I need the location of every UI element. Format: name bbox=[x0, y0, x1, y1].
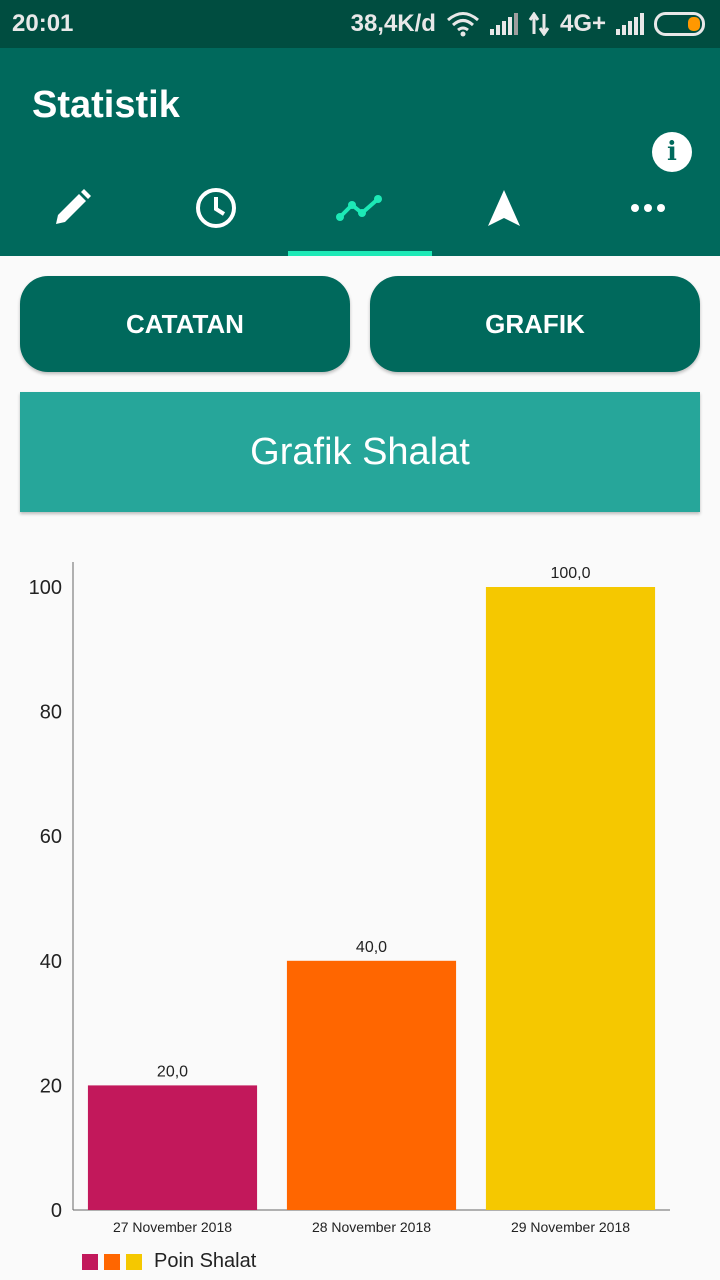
y-tick-label: 80 bbox=[40, 702, 62, 724]
y-tick-label: 60 bbox=[40, 826, 62, 848]
navigation-arrow-icon bbox=[488, 190, 520, 226]
app-bar: Statistik i bbox=[0, 48, 720, 256]
clock-icon bbox=[196, 188, 236, 228]
x-tick-label: 27 November 2018 bbox=[113, 1219, 232, 1235]
signal-icon bbox=[616, 13, 644, 35]
y-tick-label: 20 bbox=[40, 1075, 62, 1097]
legend-swatch bbox=[126, 1253, 142, 1270]
banner-title: Grafik Shalat bbox=[250, 430, 470, 473]
legend-label: Poin Shalat bbox=[154, 1250, 257, 1272]
network-type: 4G+ bbox=[559, 10, 606, 37]
tab-qibla[interactable] bbox=[432, 160, 576, 256]
bar-value-label: 20,0 bbox=[157, 1063, 188, 1080]
tab-bar bbox=[0, 160, 720, 256]
chart-svg: 0 20 40 60 80 100 20,0 27 November 2018 40,0 28 N… bbox=[29, 562, 670, 1235]
network-speed: 38,4K/d bbox=[350, 10, 436, 37]
y-tick-label: 40 bbox=[40, 951, 62, 973]
tab-more[interactable] bbox=[576, 160, 720, 256]
status-time: 20:01 bbox=[12, 10, 74, 37]
page-title: Statistik bbox=[32, 84, 180, 126]
chart-title-banner: Grafik Shalat bbox=[20, 392, 700, 512]
legend-swatch bbox=[104, 1253, 120, 1270]
bar bbox=[286, 960, 457, 1210]
x-tick-label: 28 November 2018 bbox=[312, 1219, 431, 1235]
bar-chart: 0 20 40 60 80 100 20,0 27 November 2018 40,0 28 N… bbox=[0, 540, 720, 1280]
bar bbox=[485, 587, 656, 1210]
bar bbox=[87, 1085, 258, 1210]
grafik-button[interactable]: GRAFIK bbox=[370, 276, 700, 372]
x-tick-label: 29 November 2018 bbox=[511, 1219, 630, 1235]
chart-legend: Poin Shalat bbox=[82, 1250, 256, 1273]
pencil-icon bbox=[56, 189, 91, 224]
status-right: 38,4K/d 4G+ bbox=[351, 10, 708, 38]
tab-statistics[interactable] bbox=[288, 160, 432, 256]
tab-edit[interactable] bbox=[0, 160, 144, 256]
bar-value-label: 40,0 bbox=[356, 939, 387, 956]
bar-value-label: 100,0 bbox=[550, 565, 590, 582]
status-bar: 20:01 38,4K/d 4G+ bbox=[0, 0, 720, 48]
signal-icon bbox=[489, 13, 518, 35]
wifi-icon bbox=[446, 11, 480, 37]
y-tick-label: 100 bbox=[29, 577, 62, 599]
tab-history[interactable] bbox=[144, 160, 288, 256]
legend-swatch bbox=[82, 1253, 98, 1270]
battery-icon bbox=[654, 12, 708, 36]
more-horiz-icon bbox=[631, 204, 665, 212]
catatan-button[interactable]: CATATAN bbox=[20, 276, 350, 372]
y-tick-label: 0 bbox=[51, 1200, 62, 1222]
chart-line-icon bbox=[336, 195, 382, 221]
data-arrows-icon bbox=[528, 12, 550, 36]
